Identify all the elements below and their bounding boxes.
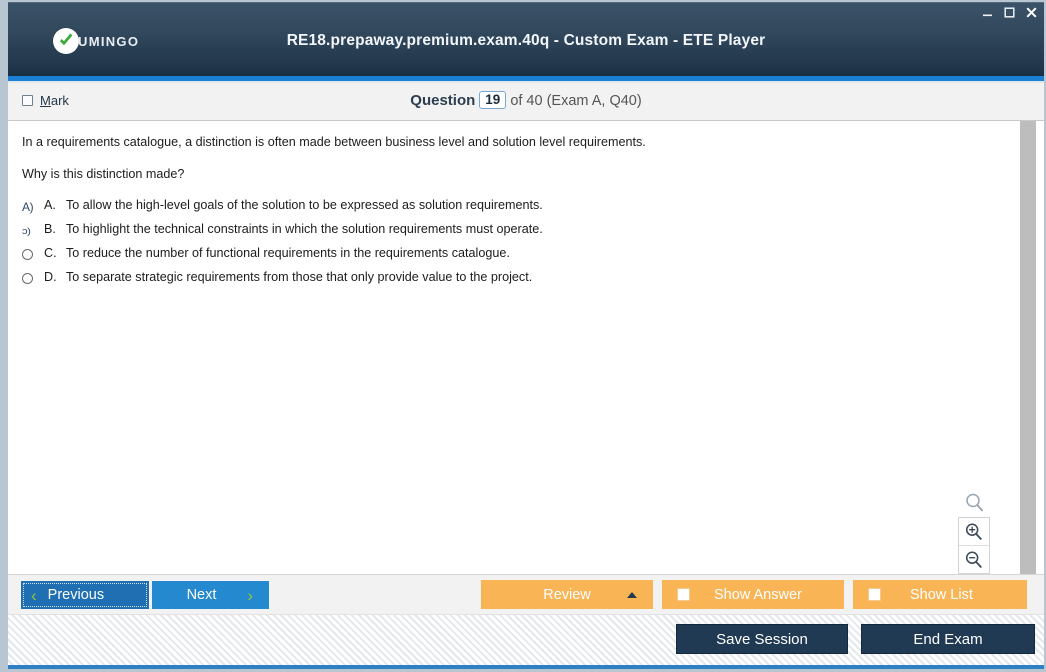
title-bar[interactable]: UMINGO RE18.prepaway.premium.exam.40q - … bbox=[8, 2, 1044, 76]
option-marker-glyph-a: A) bbox=[22, 199, 34, 214]
zoom-tool-cluster bbox=[958, 489, 992, 574]
answer-option-d[interactable]: D. To separate strategic requirements fr… bbox=[22, 269, 922, 293]
show-answer-checkbox[interactable] bbox=[677, 588, 690, 601]
footer-accent-bar bbox=[8, 665, 1044, 669]
show-list-checkbox[interactable] bbox=[868, 588, 881, 601]
window-controls bbox=[981, 6, 1038, 19]
review-dropdown-button[interactable]: Review bbox=[481, 580, 653, 609]
radio-circle-icon bbox=[22, 273, 33, 284]
question-header-bar: Mark Question 19 of 40 (Exam A, Q40) bbox=[8, 83, 1044, 121]
end-exam-button[interactable]: End Exam bbox=[861, 624, 1035, 654]
radio-button-c[interactable] bbox=[22, 245, 44, 263]
magnifier-icon[interactable] bbox=[958, 489, 992, 517]
radio-circle-icon bbox=[22, 249, 33, 260]
show-answer-button[interactable]: Show Answer bbox=[662, 580, 844, 609]
ete-player-window: UMINGO RE18.prepaway.premium.exam.40q - … bbox=[0, 0, 1046, 672]
window-title: RE18.prepaway.premium.exam.40q - Custom … bbox=[286, 32, 766, 49]
close-icon[interactable] bbox=[1025, 6, 1038, 19]
answer-options-list: A) A. To allow the high-level goals of t… bbox=[22, 197, 922, 293]
radio-button-b[interactable]: ɔ) bbox=[22, 221, 44, 239]
answer-option-b[interactable]: ɔ) B. To highlight the technical constra… bbox=[22, 221, 922, 245]
chevron-left-icon: ‹ bbox=[31, 585, 37, 605]
option-text-c: To reduce the number of functional requi… bbox=[66, 246, 510, 260]
question-total-label: of 40 (Exam A, Q40) bbox=[510, 93, 642, 109]
show-answer-label: Show Answer bbox=[714, 586, 802, 603]
question-body: In a requirements catalogue, a distincti… bbox=[8, 121, 1020, 574]
question-number-input[interactable]: 19 bbox=[479, 91, 507, 109]
minimize-icon[interactable] bbox=[981, 6, 994, 19]
question-stem-line-2: Why is this distinction made? bbox=[22, 167, 185, 181]
next-button-label: Next bbox=[186, 587, 217, 603]
radio-button-a[interactable]: A) bbox=[22, 197, 44, 215]
option-text-b: To highlight the technical constraints i… bbox=[66, 222, 543, 236]
option-letter-b: B. bbox=[44, 222, 56, 236]
save-session-button[interactable]: Save Session bbox=[676, 624, 848, 654]
option-letter-a: A. bbox=[44, 198, 56, 212]
zoom-out-icon[interactable] bbox=[959, 546, 989, 573]
option-text-d: To separate strategic requirements from … bbox=[66, 270, 533, 284]
chevron-right-icon: › bbox=[247, 585, 253, 605]
answer-option-a[interactable]: A) A. To allow the high-level goals of t… bbox=[22, 197, 922, 221]
zoom-in-icon[interactable] bbox=[959, 518, 989, 546]
question-counter: Question 19 of 40 (Exam A, Q40) bbox=[8, 91, 1044, 109]
scrollbar-gutter bbox=[1036, 121, 1044, 574]
radio-button-d[interactable] bbox=[22, 269, 44, 287]
option-letter-c: C. bbox=[44, 246, 57, 260]
question-stem-line-1: In a requirements catalogue, a distincti… bbox=[22, 135, 646, 149]
option-text-a: To allow the high-level goals of the sol… bbox=[66, 198, 543, 212]
vertical-scrollbar[interactable] bbox=[1020, 121, 1036, 574]
zoom-buttons-box bbox=[958, 517, 990, 574]
show-list-button[interactable]: Show List bbox=[853, 580, 1027, 609]
question-content-area: In a requirements catalogue, a distincti… bbox=[8, 121, 1044, 574]
answer-option-c[interactable]: C. To reduce the number of functional re… bbox=[22, 245, 922, 269]
previous-button-label: Previous bbox=[47, 587, 105, 603]
next-button[interactable]: Next › bbox=[152, 581, 269, 609]
option-marker-glyph-b: ɔ) bbox=[22, 225, 31, 236]
question-word: Question bbox=[410, 92, 476, 109]
footer-bar: Save Session End Exam bbox=[8, 614, 1044, 666]
maximize-icon[interactable] bbox=[1003, 6, 1016, 19]
caret-up-icon bbox=[627, 591, 637, 598]
previous-button[interactable]: ‹ Previous bbox=[21, 581, 149, 609]
show-list-label: Show List bbox=[910, 586, 973, 603]
review-button-label: Review bbox=[543, 586, 591, 603]
option-letter-d: D. bbox=[44, 270, 57, 284]
